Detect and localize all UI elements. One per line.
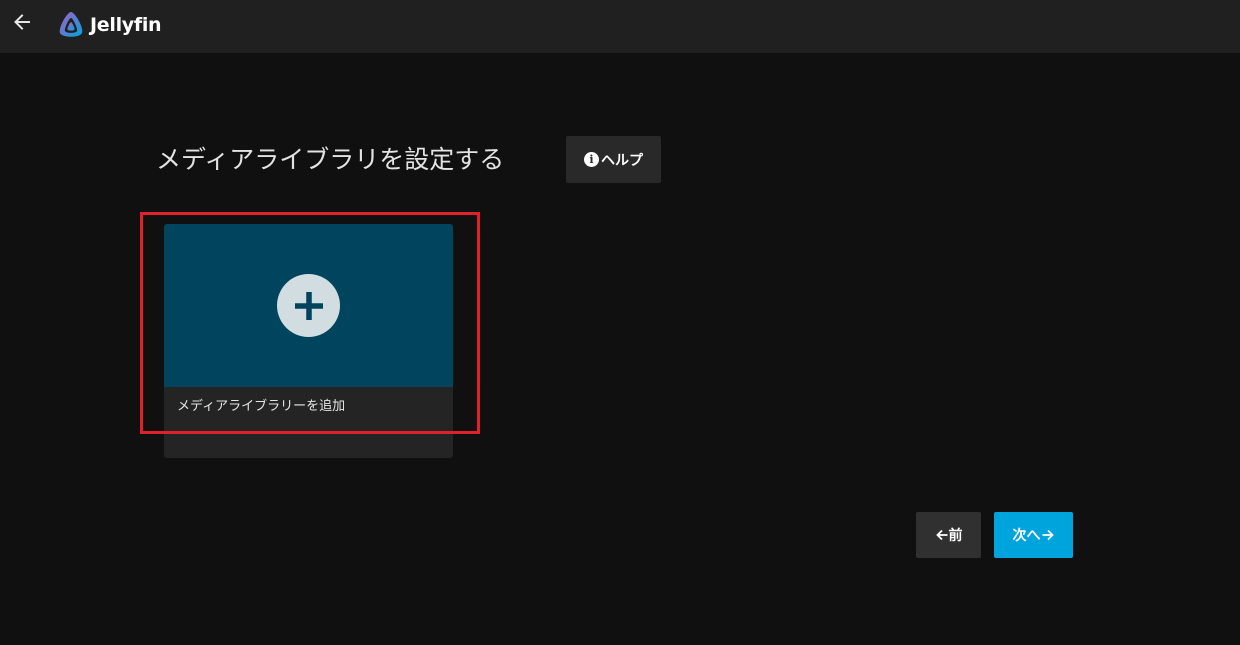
info-icon: i xyxy=(584,152,599,167)
next-button-label: 次へ xyxy=(1012,528,1041,544)
top-header-bar: Jellyfin xyxy=(0,0,1240,53)
previous-button-label: 前 xyxy=(948,528,963,544)
jellyfin-logo-icon xyxy=(59,12,83,37)
card-image xyxy=(164,224,453,387)
arrow-left-icon xyxy=(14,14,30,30)
plus-icon xyxy=(294,291,323,320)
arrow-left-icon xyxy=(935,528,949,542)
jellyfin-logo[interactable]: Jellyfin xyxy=(56,10,162,40)
help-button[interactable]: i ヘルプ xyxy=(566,136,661,183)
help-button-label: ヘルプ xyxy=(601,152,643,169)
next-button[interactable]: 次へ xyxy=(994,512,1073,558)
page-title: メディアライブラリを設定する xyxy=(156,145,505,174)
add-media-library-card[interactable]: メディアライブラリーを追加 xyxy=(164,224,453,458)
add-library-label: メディアライブラリーを追加 xyxy=(177,399,346,414)
back-button[interactable] xyxy=(9,9,35,35)
app-name: Jellyfin xyxy=(90,14,162,36)
add-circle xyxy=(277,274,340,337)
previous-button[interactable]: 前 xyxy=(916,512,981,558)
arrow-right-icon xyxy=(1041,528,1055,542)
